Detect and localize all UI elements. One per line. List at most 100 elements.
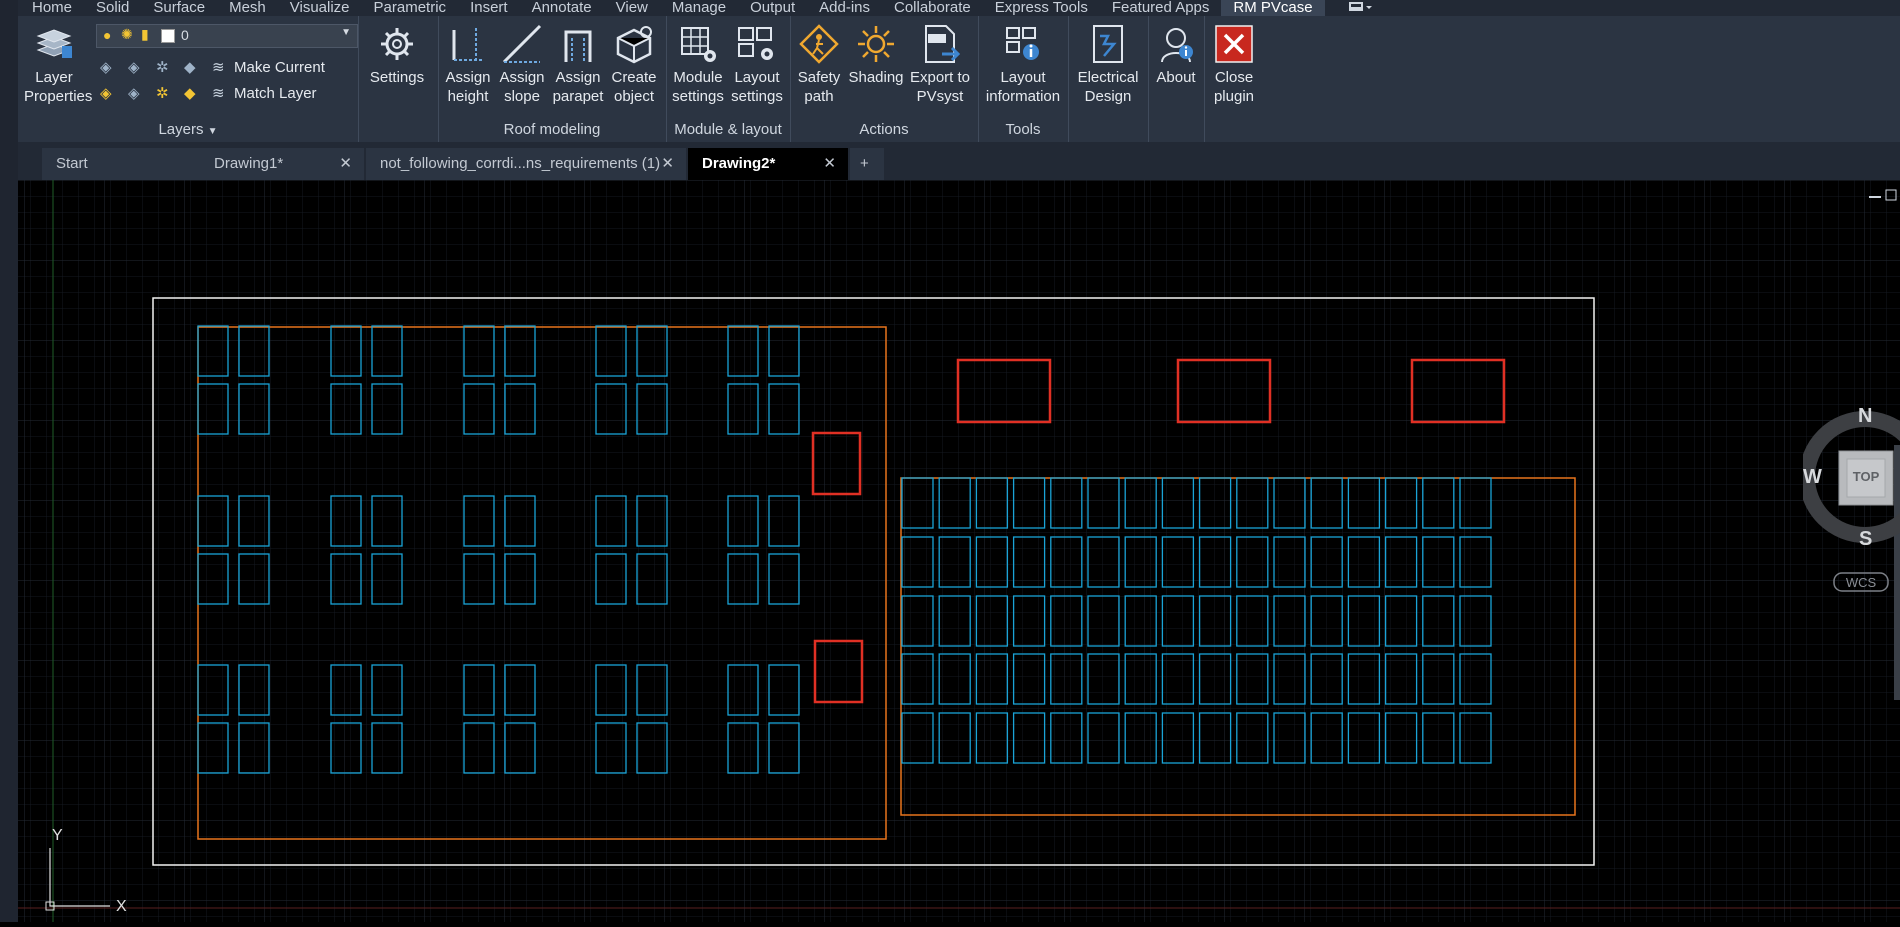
- electrical-design-icon: [1093, 25, 1123, 63]
- electrical-design-label: Electrical Design: [1077, 69, 1139, 105]
- close-icon[interactable]: ✕: [661, 148, 674, 180]
- assign-parapet-icon: [564, 30, 592, 62]
- cad-viewport[interactable]: Y X: [18, 180, 1900, 922]
- compass-south[interactable]: S: [1859, 528, 1872, 551]
- settings-label: Settings: [369, 69, 425, 86]
- layers-panel: Layer Properties ● ✺ ▮ 0 ▼ ◈ ◈ ✲ ◆ ≋ Mak…: [18, 16, 359, 142]
- shading-button[interactable]: Shading: [846, 22, 906, 87]
- minimize-icon[interactable]: [1869, 196, 1881, 198]
- menu-manage[interactable]: Manage: [660, 0, 738, 16]
- menu-annotate[interactable]: Annotate: [520, 0, 604, 16]
- make-current-button[interactable]: Make Current: [234, 59, 325, 76]
- layer-properties-button[interactable]: Layer Properties: [24, 22, 93, 106]
- layer-color-swatch: [161, 29, 175, 43]
- menu-add-ins[interactable]: Add-ins: [807, 0, 882, 16]
- layout-settings-button[interactable]: Layout settings: [728, 22, 786, 106]
- wcs-label[interactable]: WCS: [1839, 575, 1883, 590]
- about-panel: About: [1148, 16, 1205, 142]
- menu-mesh[interactable]: Mesh: [217, 0, 278, 16]
- electrical-design-button[interactable]: Electrical Design: [1072, 22, 1144, 106]
- match-layer-button[interactable]: Match Layer: [234, 85, 317, 102]
- layer-stack-icon: [36, 29, 72, 58]
- assign-height-label: Assign height: [445, 69, 491, 105]
- layer-lock-icon[interactable]: ◆: [184, 58, 212, 76]
- export-file-icon: [925, 25, 961, 63]
- drawing-canvas[interactable]: Y X N S W TOP WCS: [18, 180, 1900, 922]
- tab-drawing2[interactable]: Drawing2* ✕: [688, 148, 848, 180]
- module-layout-panel: Module settings Layout settings Module &…: [666, 16, 791, 142]
- menu-parametric[interactable]: Parametric: [362, 0, 459, 16]
- ucs-y-label: Y: [52, 827, 63, 844]
- close-plugin-panel: Close plugin: [1204, 16, 1264, 142]
- shading-label: Shading: [848, 69, 904, 86]
- tab-start[interactable]: Start: [42, 148, 214, 180]
- layer-isolate-icon[interactable]: ◈: [128, 58, 156, 76]
- tab-not-following-label: not_following_corrdi...ns_requirements (…: [380, 155, 661, 172]
- chevron-down-icon: ▼: [341, 27, 351, 38]
- layer-on-icon[interactable]: ◈: [100, 84, 128, 102]
- layer-dropdown[interactable]: ● ✺ ▮ 0 ▼: [96, 24, 358, 48]
- menu-collaborate[interactable]: Collaborate: [882, 0, 983, 16]
- settings-button[interactable]: Settings: [362, 22, 432, 87]
- menu-express-tools[interactable]: Express Tools: [983, 0, 1100, 16]
- tab-drawing2-label: Drawing2*: [702, 155, 776, 172]
- about-button[interactable]: About: [1150, 22, 1202, 87]
- layout-information-label: Layout information: [985, 69, 1061, 105]
- layer-tools-row-1: ◈ ◈ ✲ ◆ ≋ Make Current: [100, 58, 325, 77]
- match-layer-icon: ≋: [212, 85, 225, 102]
- new-tab-button[interactable]: +: [850, 148, 884, 180]
- close-icon: [1215, 25, 1253, 63]
- layer-thaw-icon[interactable]: ✲: [156, 84, 184, 102]
- layout-settings-label: Layout settings: [731, 69, 783, 105]
- assign-slope-icon: [502, 24, 542, 64]
- unlock-icon: ▮: [141, 26, 149, 42]
- tab-not-following[interactable]: not_following_corrdi...ns_requirements (…: [366, 148, 686, 180]
- chevron-down-icon: ▼: [207, 126, 218, 137]
- menu-visualize[interactable]: Visualize: [278, 0, 362, 16]
- layout-information-button[interactable]: Layout information: [980, 22, 1066, 106]
- safety-path-button[interactable]: Safety path: [794, 22, 844, 106]
- layers-panel-title[interactable]: Layers ▼: [18, 121, 358, 138]
- assign-slope-label: Assign slope: [499, 69, 545, 105]
- close-plugin-button[interactable]: Close plugin: [1206, 22, 1262, 106]
- layout-settings-icon: [738, 27, 773, 60]
- sun-icon: ✺: [121, 26, 133, 42]
- menu-featured-apps[interactable]: Featured Apps: [1100, 0, 1222, 16]
- ucs-x-label: X: [116, 898, 127, 915]
- layer-freeze-icon[interactable]: ✲: [156, 58, 184, 76]
- compass-north[interactable]: N: [1858, 405, 1872, 428]
- create-object-button[interactable]: Create object: [608, 22, 660, 106]
- assign-parapet-label: Assign parapet: [552, 69, 604, 105]
- layer-unisolate-icon[interactable]: ◈: [128, 84, 156, 102]
- layer-unlock-icon[interactable]: ◆: [184, 84, 212, 102]
- gear-icon: [381, 28, 413, 60]
- menu-home[interactable]: Home: [18, 0, 84, 16]
- compass-west[interactable]: W: [1803, 466, 1822, 489]
- menu-insert[interactable]: Insert: [458, 0, 520, 16]
- layer-properties-label: Layer Properties: [24, 69, 93, 105]
- module-settings-button[interactable]: Module settings: [670, 22, 726, 106]
- menu-view[interactable]: View: [604, 0, 660, 16]
- layer-off-icon[interactable]: ◈: [100, 58, 128, 76]
- ribbon-tab-bar: Home Solid Surface Mesh Visualize Parame…: [18, 0, 1900, 16]
- viewcube[interactable]: N S W TOP WCS: [1799, 405, 1900, 605]
- assign-slope-button[interactable]: Assign slope: [496, 22, 548, 106]
- close-icon[interactable]: ✕: [339, 148, 352, 180]
- workspace-dropdown-button[interactable]: [1325, 0, 1391, 16]
- bulb-icon: ●: [103, 27, 112, 43]
- settings-panel: Settings: [358, 16, 439, 142]
- export-pvsyst-button[interactable]: Export to PVsyst: [906, 22, 974, 106]
- tab-drawing1[interactable]: Drawing1* ✕: [200, 148, 364, 180]
- assign-parapet-button[interactable]: Assign parapet: [550, 22, 606, 106]
- menu-output[interactable]: Output: [738, 0, 807, 16]
- about-icon: [1161, 28, 1193, 63]
- assign-height-button[interactable]: Assign height: [442, 22, 494, 106]
- create-object-icon: [616, 26, 652, 64]
- menu-solid[interactable]: Solid: [84, 0, 141, 16]
- menu-rm-pvcase[interactable]: RM PVcase: [1221, 0, 1325, 16]
- close-icon[interactable]: ✕: [823, 148, 836, 180]
- viewcube-top-face[interactable]: TOP: [1851, 469, 1881, 484]
- menu-surface[interactable]: Surface: [141, 0, 217, 16]
- window-dropdown-icon: [1348, 2, 1372, 11]
- left-edge-strip: [0, 0, 18, 922]
